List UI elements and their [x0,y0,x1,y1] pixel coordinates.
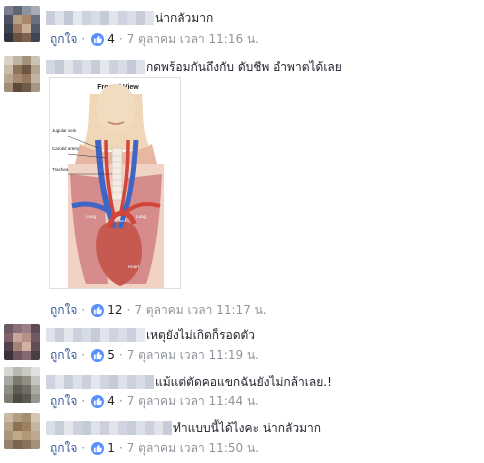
comment-text: น่ากลัวมาก [155,10,214,25]
comment-actions: ถูกใจ · 1 · 7 ตุลาคม เวลา 11:50 น. [50,440,259,456]
comment-actions: ถูกใจ · 12 · 7 ตุลาคม เวลา 11:17 น. [50,302,267,318]
comment-text: ทำแบบนี้ได้ไงคะ น่ากลัวมาก [173,420,322,435]
like-icon [91,348,105,362]
avatar[interactable] [4,413,40,449]
comment-actions: ถูกใจ · 4 · 7 ตุลาคม เวลา 11:16 น. [50,31,259,47]
author-name[interactable] [46,60,145,74]
separator: · [118,394,123,408]
lung-label: Lung [86,214,97,219]
comment-body: เหตุยังไม่เกิดก็รอดตัว [46,327,255,343]
like-link[interactable]: ถูกใจ [50,30,77,49]
timestamp[interactable]: 7 ตุลาคม เวลา 11:44 น. [127,392,259,411]
separator: · [118,32,123,46]
separator: · [81,394,86,408]
like-icon [91,32,105,46]
lung-label: Lung [136,214,147,219]
anatomy-image[interactable]: Frontal View Lung Lung Heart [49,77,181,289]
comment-actions: ถูกใจ · 4 · 7 ตุลาคม เวลา 11:44 น. [50,393,259,409]
carotid-label: Carotid artery [52,146,80,151]
like-icon [91,441,105,455]
comment-body: แม้แต่ตัดคอแขกฉันยังไม่กล้าเลย.! [46,374,332,390]
neck-anatomy-illustration: Frontal View Lung Lung Heart [52,84,164,288]
avatar[interactable] [4,324,40,360]
comment-body: กดพร้อมกันถึงกับ ดับชีพ อำพาตได้เลย [46,59,342,75]
separator: · [81,32,86,46]
trachea-label: Trachea [52,167,69,172]
reaction-count[interactable]: 5 [107,348,115,362]
comment-body: ทำแบบนี้ได้ไงคะ น่ากลัวมาก [46,420,321,436]
comment-actions: ถูกใจ · 5 · 7 ตุลาคม เวลา 11:19 น. [50,347,259,363]
reaction-count[interactable]: 4 [107,394,115,408]
like-link[interactable]: ถูกใจ [50,439,77,458]
avatar[interactable] [4,367,40,403]
separator: · [118,441,123,455]
separator: · [126,303,131,317]
like-link[interactable]: ถูกใจ [50,392,77,411]
like-icon [91,303,105,317]
heart-label: Heart [128,264,140,269]
timestamp[interactable]: 7 ตุลาคม เวลา 11:50 น. [127,439,259,458]
comment-body: น่ากลัวมาก [46,10,213,26]
comment-text: กดพร้อมกันถึงกับ ดับชีพ อำพาตได้เลย [146,59,342,74]
author-name[interactable] [46,11,154,25]
avatar[interactable] [4,56,40,92]
avatar[interactable] [4,6,40,42]
separator: · [81,348,86,362]
comment-text: แม้แต่ตัดคอแขกฉันยังไม่กล้าเลย.! [155,374,332,389]
like-link[interactable]: ถูกใจ [50,301,77,320]
reaction-count[interactable]: 12 [107,303,122,317]
author-name[interactable] [46,421,172,435]
timestamp[interactable]: 7 ตุลาคม เวลา 11:17 น. [134,301,266,320]
author-name[interactable] [46,328,145,342]
reaction-count[interactable]: 1 [107,441,115,455]
reaction-count[interactable]: 4 [107,32,115,46]
like-icon [91,394,105,408]
separator: · [81,441,86,455]
jugular-label: Jugular vein [52,128,77,133]
timestamp[interactable]: 7 ตุลาคม เวลา 11:16 น. [127,30,259,49]
separator: · [81,303,86,317]
separator: · [118,348,123,362]
author-name[interactable] [46,375,154,389]
timestamp[interactable]: 7 ตุลาคม เวลา 11:19 น. [127,346,259,365]
like-link[interactable]: ถูกใจ [50,346,77,365]
comment-text: เหตุยังไม่เกิดก็รอดตัว [146,327,256,342]
aorta-label: Aorta [114,218,124,223]
